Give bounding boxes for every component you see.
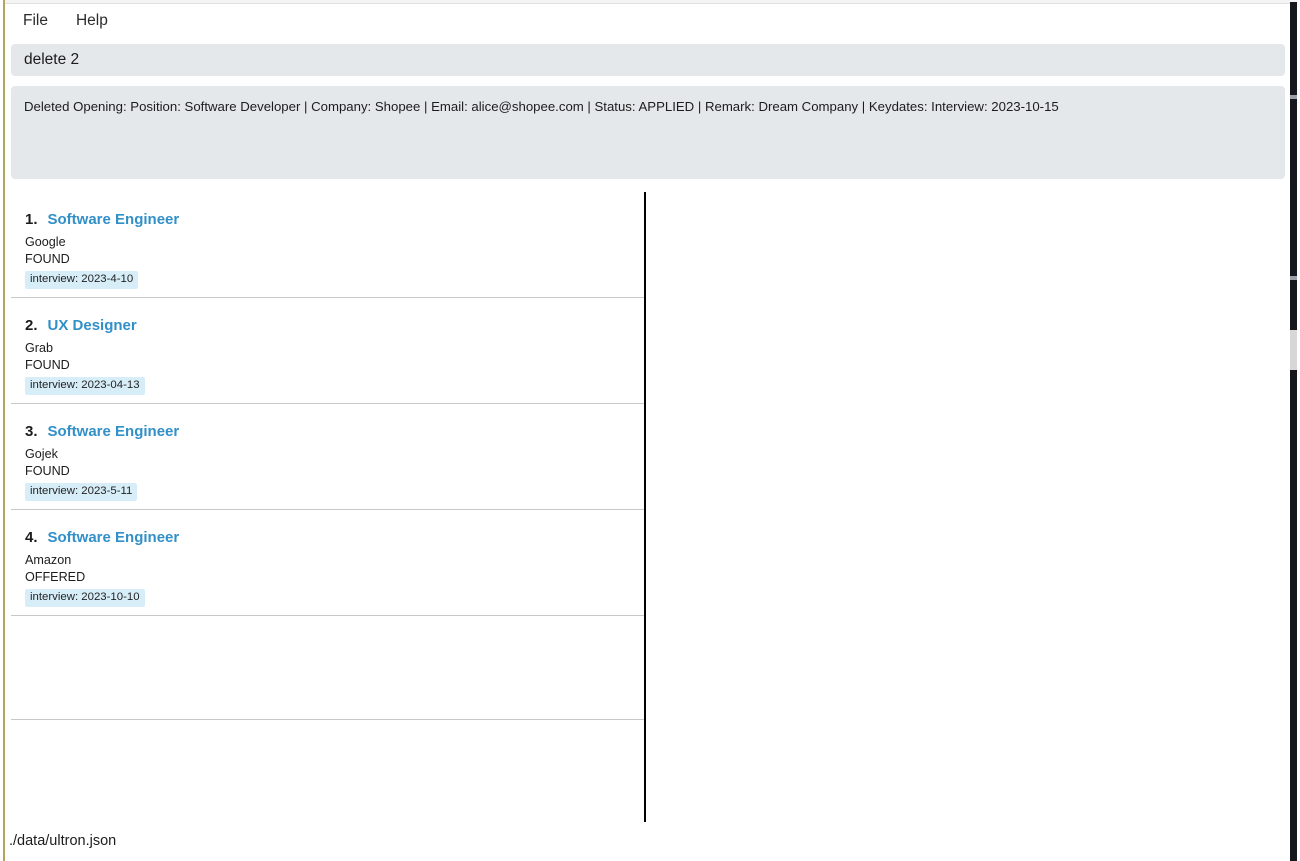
list-item-status: FOUND — [25, 464, 70, 478]
list-item-keydates: interview: 2023-10-10 — [25, 589, 644, 607]
result-message: Deleted Opening: Position: Software Deve… — [24, 99, 1059, 114]
panel-divider — [644, 192, 646, 822]
result-display-box: Deleted Opening: Position: Software Deve… — [11, 86, 1285, 179]
list-item-heading: 3. Software Engineer — [25, 423, 644, 443]
list-item-heading: 4. Software Engineer — [25, 529, 644, 549]
window-right-tick — [1290, 95, 1297, 99]
list-item-heading: 2. UX Designer — [25, 317, 644, 337]
list-item-keydates: interview: 2023-5-11 — [25, 483, 644, 501]
list-item-index: 1. — [25, 211, 38, 228]
menu-item-help[interactable]: Help — [76, 13, 108, 29]
list-item-index: 4. — [25, 529, 38, 546]
list-item[interactable]: 4. Software Engineer Amazon OFFERED inte… — [11, 510, 644, 616]
list-item[interactable]: 2. UX Designer Grab FOUND interview: 202… — [11, 298, 644, 404]
window-right-border — [1290, 2, 1297, 861]
list-item-position: Software Engineer — [47, 423, 180, 440]
list-item-status: FOUND — [25, 252, 70, 266]
list-item-position: UX Designer — [47, 317, 137, 334]
list-item-heading: 1. Software Engineer — [25, 211, 644, 231]
list-item-company: Grab — [25, 341, 53, 355]
list-item[interactable]: 3. Software Engineer Gojek FOUND intervi… — [11, 404, 644, 510]
list-item-index: 2. — [25, 317, 38, 334]
list-item-position: Software Engineer — [47, 529, 180, 546]
status-bar-file-path: ./data/ultron.json — [9, 832, 117, 849]
list-item-keydates: interview: 2023-04-13 — [25, 377, 644, 395]
list-item-company: Amazon — [25, 553, 72, 567]
keydate-badge: interview: 2023-10-10 — [25, 589, 145, 607]
opening-list-panel[interactable]: 1. Software Engineer Google FOUND interv… — [11, 192, 644, 822]
window-left-border — [3, 0, 5, 861]
list-item-company: Google — [25, 235, 66, 249]
list-item-company: Gojek — [25, 447, 58, 461]
keydate-badge: interview: 2023-5-11 — [25, 483, 138, 501]
list-item-status: FOUND — [25, 358, 70, 372]
opening-detail-panel — [647, 192, 1285, 822]
list-item[interactable]: 1. Software Engineer Google FOUND interv… — [11, 192, 644, 298]
application-window: File Help delete 2 Deleted Opening: Posi… — [0, 0, 1300, 861]
list-item-placeholder — [11, 616, 644, 720]
keydate-badge: interview: 2023-04-13 — [25, 377, 145, 395]
menu-item-file[interactable]: File — [23, 13, 48, 29]
menu-bar: File Help — [6, 4, 1290, 37]
command-input-value: delete 2 — [24, 51, 80, 69]
keydate-badge: interview: 2023-4-10 — [25, 271, 139, 289]
list-item-index: 3. — [25, 423, 38, 440]
command-input-box[interactable]: delete 2 — [11, 44, 1285, 76]
list-item-position: Software Engineer — [47, 211, 180, 228]
window-right-scroll-thumb[interactable] — [1290, 330, 1297, 370]
window-right-tick — [1290, 276, 1297, 280]
list-item-placeholder — [11, 720, 644, 822]
list-item-status: OFFERED — [25, 570, 86, 584]
status-bar: ./data/ultron.json — [6, 824, 1290, 858]
list-item-keydates: interview: 2023-4-10 — [25, 271, 644, 289]
